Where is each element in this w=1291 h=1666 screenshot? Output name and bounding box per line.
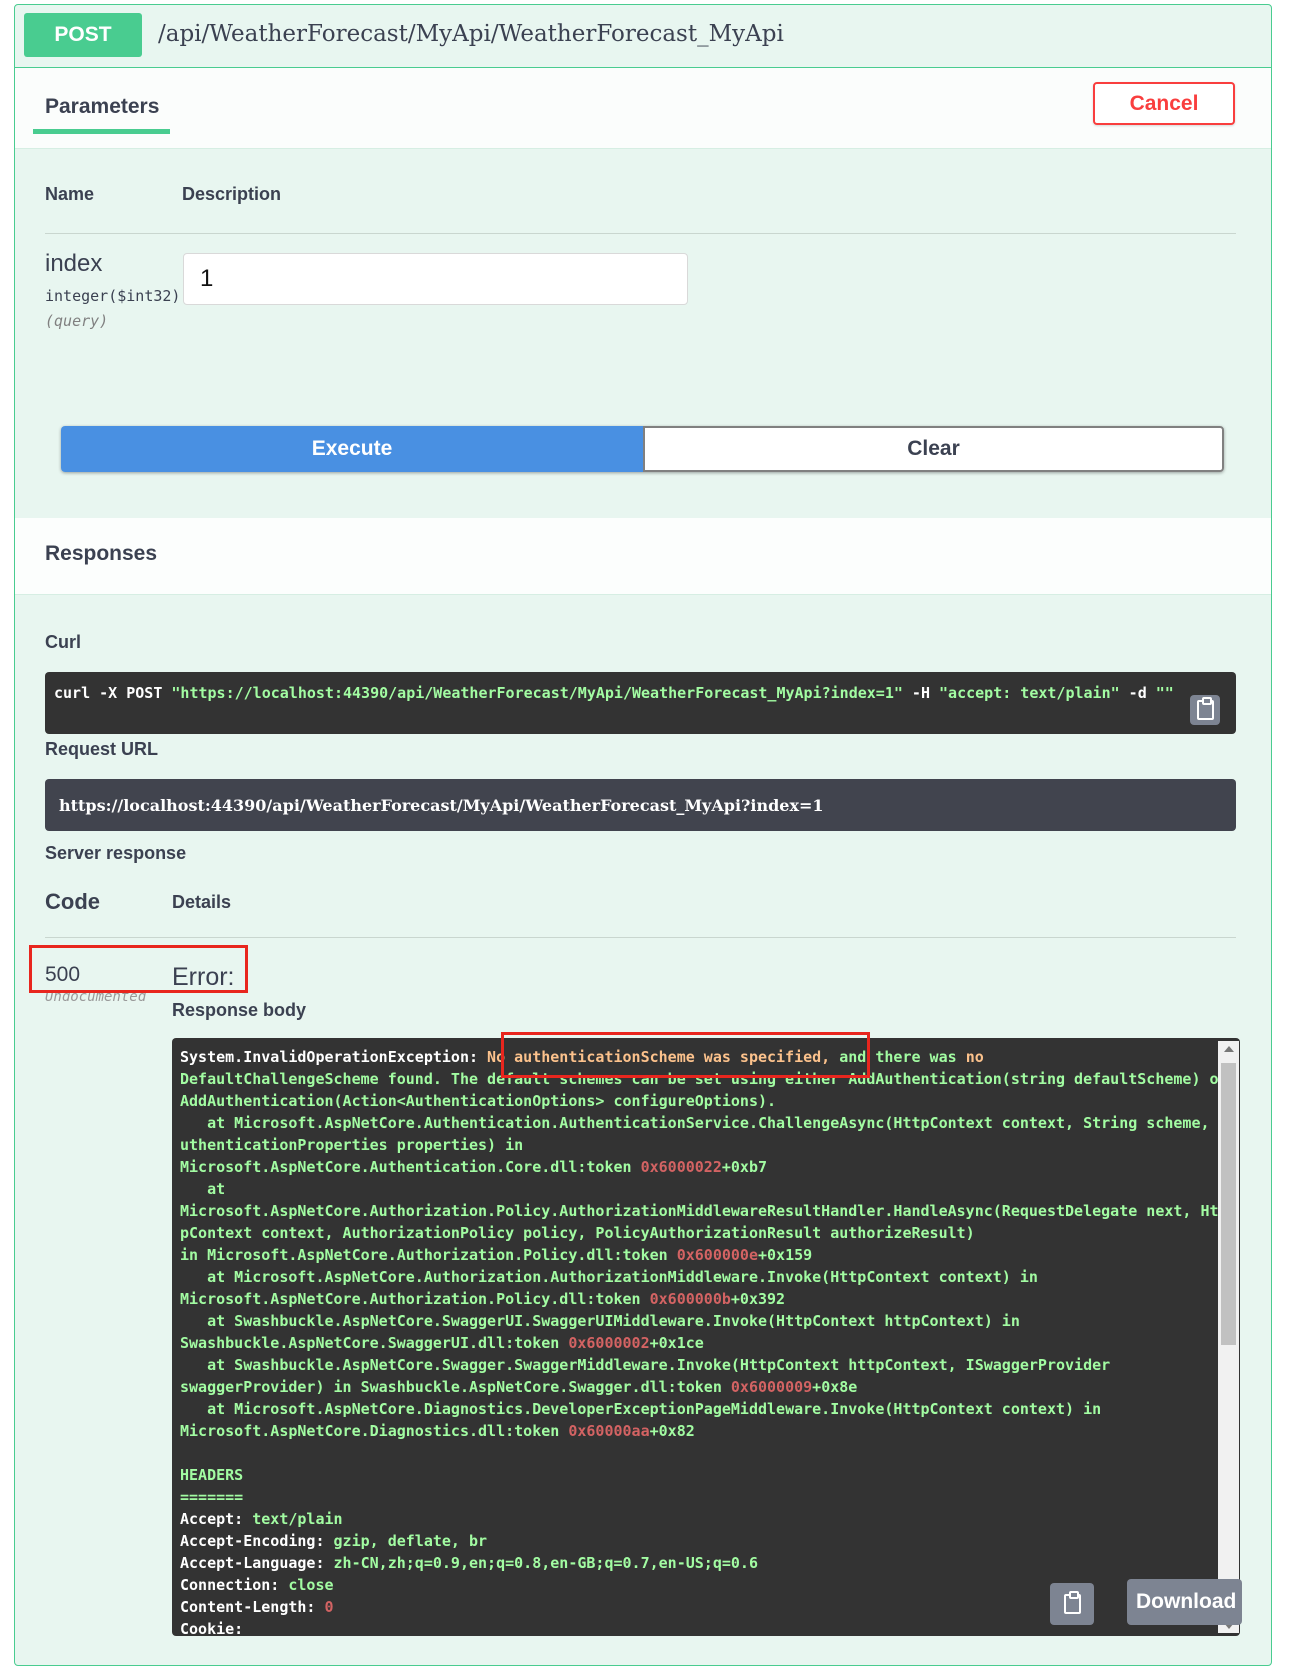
response-body-segment: zh-CN,zh;q=0.9,en;q=0.8,en-GB;q=0.7,en-U…: [333, 1554, 758, 1572]
param-type: integer($int32): [45, 287, 180, 305]
copy-response-icon[interactable]: [1050, 1583, 1094, 1625]
response-body[interactable]: System.InvalidOperationException: No aut…: [172, 1038, 1240, 1636]
response-body-segment: text/plain: [252, 1510, 343, 1528]
curl-header-flag: -H: [902, 684, 940, 702]
responses-header: Responses: [15, 518, 1271, 595]
response-body-label: Response body: [172, 1000, 307, 1020]
param-name: index: [45, 250, 103, 277]
responses-title: Responses: [45, 542, 158, 565]
highlight-status-annotation: [29, 945, 248, 993]
response-body-segment: 0x600000e: [676, 1246, 758, 1264]
copy-icon[interactable]: [1190, 695, 1220, 725]
response-body-segment: 0x60000aa: [568, 1422, 650, 1440]
description-column-header: Description: [182, 184, 282, 204]
name-column-header: Name: [45, 184, 95, 204]
operation-block: POST /api/WeatherForecast/MyApi/WeatherF…: [14, 4, 1272, 1666]
request-url-label: Request URL: [45, 739, 159, 759]
endpoint-path: /api/WeatherForecast/MyApi/WeatherForeca…: [158, 21, 784, 47]
response-body-segment: System.InvalidOperationException:: [180, 1048, 488, 1066]
cancel-button[interactable]: Cancel: [1093, 82, 1235, 125]
param-location: (query): [45, 312, 109, 330]
curl-data-value: "": [1155, 684, 1174, 702]
curl-command[interactable]: curl -X POST "https://localhost:44390/ap…: [45, 672, 1236, 734]
method-badge: POST: [24, 13, 142, 57]
operation-summary[interactable]: POST /api/WeatherForecast/MyApi/WeatherF…: [15, 5, 1271, 68]
scroll-up-arrow-icon[interactable]: [1224, 1046, 1234, 1052]
curl-prefix: curl -X POST: [54, 684, 172, 702]
response-divider: [45, 937, 1236, 938]
response-body-segment: gzip, deflate, br: [333, 1532, 488, 1550]
response-body-segment: Connection:: [180, 1576, 289, 1594]
curl-data-flag: -d: [1119, 684, 1156, 702]
response-body-segment: 0x6000002: [568, 1334, 650, 1352]
download-button[interactable]: Download: [1127, 1579, 1242, 1625]
curl-url: "https://localhost:44390/api/WeatherFore…: [171, 684, 903, 702]
response-body-segment: Content-Length:: [180, 1598, 325, 1616]
execute-button-group: Execute Clear: [61, 426, 1224, 472]
curl-accept-header: "accept: text/plain": [939, 684, 1120, 702]
execute-button[interactable]: Execute: [61, 426, 643, 472]
param-type-name: integer: [45, 287, 109, 305]
response-body-segment: 0x600000b: [649, 1290, 731, 1308]
parameters-header: Parameters Cancel: [15, 68, 1271, 149]
params-divider: [45, 233, 1236, 234]
param-type-format: ($int32): [108, 287, 181, 305]
highlight-message-annotation: [501, 1032, 870, 1078]
response-body-segment: 0: [324, 1598, 334, 1616]
response-body-segment: close: [288, 1576, 334, 1594]
tab-parameters[interactable]: Parameters: [45, 95, 159, 119]
curl-label: Curl: [45, 632, 81, 652]
response-body-segment: 0x6000022: [640, 1158, 722, 1176]
response-body-segment: Accept-Encoding:: [180, 1532, 334, 1550]
code-column-header: Code: [45, 889, 100, 914]
scrollbar-thumb[interactable]: [1221, 1063, 1236, 1345]
response-body-segment: 0x6000009: [730, 1378, 813, 1396]
server-response-label: Server response: [45, 843, 187, 863]
clear-button[interactable]: Clear: [643, 426, 1224, 472]
request-url[interactable]: https://localhost:44390/api/WeatherForec…: [45, 779, 1236, 831]
tab-active-indicator: [33, 129, 170, 134]
index-input[interactable]: 1: [183, 253, 688, 305]
response-body-segment: Accept:: [180, 1510, 253, 1528]
response-body-segment: Accept-Language:: [180, 1554, 334, 1572]
details-column-header: Details: [172, 892, 232, 912]
response-body-segment: Cookie:: [180, 1620, 244, 1636]
response-body-segment: no: [965, 1048, 984, 1066]
